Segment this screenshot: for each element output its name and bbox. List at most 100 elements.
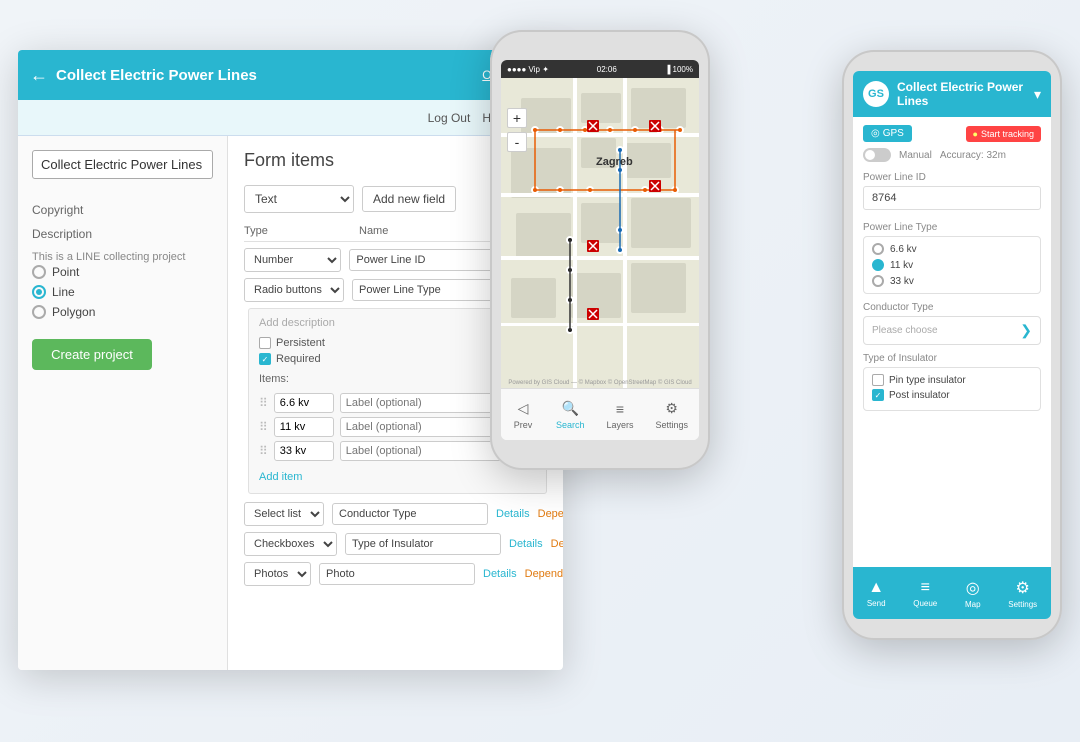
- settings-icon: ⚙: [661, 400, 683, 418]
- row5-dependencies-link[interactable]: Dependencies: [525, 568, 563, 580]
- phone2: GS Collect Electric Power Lines ▾ ◎ GPS …: [842, 50, 1062, 640]
- desktop-header: ← Collect Electric Power Lines Open proj…: [18, 50, 563, 100]
- phone1-bottom-bar: ◁ Prev 🔍 Search ≡ Layers ⚙ Settings: [501, 388, 699, 440]
- radio-label-point: Point: [52, 265, 79, 279]
- prev-icon: ◁: [512, 400, 534, 418]
- project-name-input[interactable]: [32, 150, 213, 179]
- items-label: Items:: [259, 373, 289, 385]
- radio-circle-33kv: [872, 275, 884, 287]
- zoom-out-button[interactable]: -: [507, 132, 527, 152]
- power-line-id-input[interactable]: [863, 186, 1041, 210]
- radio-line[interactable]: Line: [32, 285, 213, 299]
- row3-type-select[interactable]: Select list: [244, 502, 324, 526]
- phone1-time: 02:06: [597, 65, 617, 74]
- radio-label-line: Line: [52, 285, 75, 299]
- power-line-type-radio-group: 6.6 kv 11 kv 33 kv: [863, 236, 1041, 294]
- persistent-cb-box: [259, 337, 271, 349]
- row4-type-select[interactable]: Checkboxes: [244, 532, 337, 556]
- row3-details-link[interactable]: Details: [496, 508, 530, 520]
- radio-point[interactable]: Point: [32, 265, 213, 279]
- radio-item-33kv[interactable]: 33 kv: [872, 275, 1032, 287]
- conductor-type-select[interactable]: Please choose ❯: [863, 316, 1041, 345]
- row3-name-input[interactable]: [332, 503, 488, 525]
- phone2-nav-send[interactable]: ▲ Send: [867, 579, 886, 608]
- queue-label: Queue: [913, 599, 937, 608]
- layers-label: Layers: [606, 420, 633, 430]
- item-value-1[interactable]: [274, 393, 334, 413]
- item-value-3[interactable]: [274, 441, 334, 461]
- phone1-nav-layers[interactable]: ≡ Layers: [606, 400, 633, 430]
- item-label-1[interactable]: [340, 393, 504, 413]
- search-label: Search: [556, 420, 585, 430]
- item-label-2[interactable]: [340, 417, 504, 437]
- zoom-in-button[interactable]: +: [507, 108, 527, 128]
- add-field-button[interactable]: Add new field: [362, 186, 456, 212]
- map-power-lines-svg: [501, 78, 699, 388]
- row3-dependencies-link[interactable]: Dependencies: [538, 508, 563, 520]
- desktop-panel: ← Collect Electric Power Lines Open proj…: [18, 50, 563, 670]
- phone1-map: Zagreb + - Powered by GIS Cloud — © Mapb…: [501, 78, 699, 388]
- phone2-screen: GS Collect Electric Power Lines ▾ ◎ GPS …: [853, 71, 1051, 619]
- phone2-nav-queue[interactable]: ≡ Queue: [913, 579, 937, 608]
- map-attribution: Powered by GIS Cloud — © Mapbox © OpenSt…: [501, 380, 699, 386]
- cb-label-post: Post insulator: [889, 390, 950, 401]
- phone1-nav-search[interactable]: 🔍 Search: [556, 400, 585, 430]
- create-project-button[interactable]: Create project: [32, 339, 152, 370]
- drag-handle-icon[interactable]: ⠿: [259, 396, 268, 410]
- table-row: Select list Details Dependencies: [244, 502, 547, 526]
- required-cb-box: ✓: [259, 353, 271, 365]
- radio-label-66kv: 6.6 kv: [890, 244, 917, 255]
- radio-label-33kv: 33 kv: [890, 276, 914, 287]
- drag-handle-icon[interactable]: ⠿: [259, 444, 268, 458]
- radio-item-66kv[interactable]: 6.6 kv: [872, 243, 1032, 255]
- item-value-2[interactable]: [274, 417, 334, 437]
- row4-name-input[interactable]: [345, 533, 501, 555]
- add-item-link[interactable]: Add item: [259, 471, 302, 483]
- desktop-header-title: Collect Electric Power Lines: [56, 67, 474, 84]
- table-row: Photos Details Dependencies: [244, 562, 547, 586]
- radio-item-11kv[interactable]: 11 kv: [872, 259, 1032, 271]
- accuracy-label: Accuracy: 32m: [940, 150, 1006, 161]
- row5-name-input[interactable]: [319, 563, 475, 585]
- tracking-dot-icon: ●: [973, 129, 978, 139]
- col-type-header: Type: [244, 225, 359, 237]
- row1-type-select[interactable]: Number: [244, 248, 341, 272]
- phone1-nav-prev[interactable]: ◁ Prev: [512, 400, 534, 430]
- phone1: ●●●● Vip ✦ 02:06 ▐ 100%: [490, 30, 710, 470]
- phone1-signal: ●●●● Vip ✦: [507, 65, 549, 74]
- row4-dependencies-link[interactable]: Dependencies: [551, 538, 563, 550]
- conductor-type-dropdown-icon: ❯: [1020, 322, 1032, 339]
- gps-button[interactable]: ◎ GPS: [863, 125, 912, 142]
- phone2-header-title: Collect Electric Power Lines: [897, 80, 1026, 108]
- cb-label-pin: Pin type insulator: [889, 375, 966, 386]
- phone2-nav-settings[interactable]: ⚙ Settings: [1008, 578, 1037, 609]
- radio-label-11kv: 11 kv: [890, 260, 913, 271]
- row4-details-link[interactable]: Details: [509, 538, 543, 550]
- phone2-nav-map[interactable]: ◎ Map: [965, 578, 981, 609]
- phone2-bottom-nav: ▲ Send ≡ Queue ◎ Map ⚙ Settings: [853, 567, 1051, 619]
- manual-toggle[interactable]: [863, 148, 891, 162]
- phone1-statusbar: ●●●● Vip ✦ 02:06 ▐ 100%: [501, 60, 699, 78]
- phone1-nav-settings[interactable]: ⚙ Settings: [655, 400, 688, 430]
- conductor-type-placeholder: Please choose: [872, 325, 938, 336]
- phone2-body: ◎ GPS ● Start tracking Manual Accuracy: …: [853, 117, 1051, 567]
- radio-polygon[interactable]: Polygon: [32, 305, 213, 319]
- cb-post-insulator[interactable]: ✓ Post insulator: [872, 389, 1032, 401]
- back-arrow-icon[interactable]: ←: [30, 65, 48, 86]
- row2-type-select[interactable]: Radio buttons: [244, 278, 344, 302]
- drag-handle-icon[interactable]: ⠿: [259, 420, 268, 434]
- item-label-3[interactable]: [340, 441, 504, 461]
- phone1-battery: ▐ 100%: [665, 65, 693, 74]
- phone2-header-dropdown-icon[interactable]: ▾: [1034, 86, 1041, 103]
- radio-dot-line: [32, 285, 46, 299]
- row5-type-select[interactable]: Photos: [244, 562, 311, 586]
- field-type-select[interactable]: Text: [244, 185, 354, 213]
- row5-details-link[interactable]: Details: [483, 568, 517, 580]
- radio-dot-point: [32, 265, 46, 279]
- row1-name-input[interactable]: [349, 249, 505, 271]
- cb-pin-insulator[interactable]: Pin type insulator: [872, 374, 1032, 386]
- start-tracking-button[interactable]: ● Start tracking: [966, 126, 1041, 142]
- row2-name-input[interactable]: [352, 279, 508, 301]
- phone2-app-icon: GS: [863, 81, 889, 107]
- logout-link[interactable]: Log Out: [428, 111, 471, 125]
